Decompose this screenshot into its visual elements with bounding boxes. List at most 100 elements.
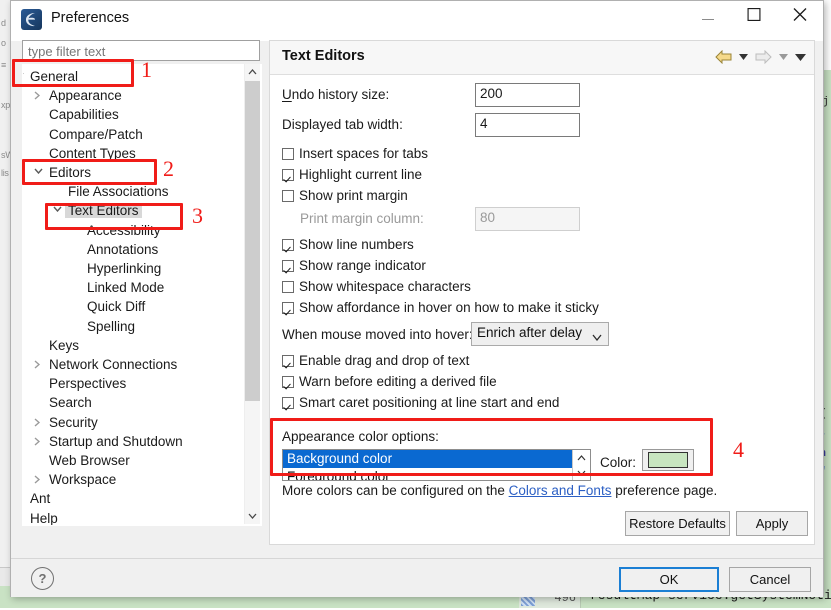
tree-item-workspace[interactable]: Workspace — [34, 470, 119, 489]
ok-button[interactable]: OK — [619, 567, 719, 592]
tree-item-accessibility[interactable]: Accessibility — [84, 221, 164, 240]
hover-mode-value: Enrich after delay — [477, 325, 583, 340]
checkbox-box-icon — [282, 355, 294, 367]
apply-button[interactable]: Apply — [736, 511, 808, 536]
checkbox-insert-spaces-for-tabs[interactable]: Insert spaces for tabs — [282, 146, 428, 161]
undo-history-label: Undo history size: — [282, 87, 390, 102]
tree-item-search[interactable]: Search — [46, 393, 95, 412]
tree-item-spelling[interactable]: Spelling — [84, 317, 138, 336]
close-button[interactable] — [777, 1, 823, 32]
chevron-right-icon[interactable] — [30, 355, 46, 374]
cancel-button[interactable]: Cancel — [729, 567, 811, 592]
tree-item-linked-mode[interactable]: Linked Mode — [84, 278, 167, 297]
tree-item-label: Perspectives — [49, 376, 127, 392]
chevron-right-icon[interactable] — [30, 86, 46, 105]
color-swatch — [648, 452, 688, 468]
forward-dropdown-icon — [779, 54, 788, 60]
tree-item-appearance[interactable]: Appearance — [34, 86, 125, 105]
checkbox-label: Insert spaces for tabs — [299, 146, 429, 161]
help-button[interactable]: ? — [31, 567, 54, 590]
tree-item-label: Help — [30, 510, 58, 526]
tree-item-label: Network Connections — [49, 357, 178, 372]
help-label: ? — [38, 571, 47, 586]
tree-item-ant[interactable]: Ant — [27, 489, 53, 508]
tree-item-network-connections[interactable]: Network Connections — [34, 355, 180, 374]
chevron-down-icon[interactable] — [23, 67, 27, 86]
tree-item-content-types[interactable]: Content Types — [46, 144, 139, 163]
chevron-down-icon[interactable] — [49, 201, 65, 220]
scrollbar-thumb[interactable] — [245, 81, 260, 401]
listbox-spinner[interactable] — [572, 450, 590, 480]
tree-item-text-editors[interactable]: Text Editors — [53, 201, 142, 220]
eclipse-logo-icon — [21, 9, 42, 30]
tree-item-compare-patch[interactable]: Compare/Patch — [46, 125, 146, 144]
tree-item-label: Startup and Shutdown — [49, 433, 183, 449]
filter-input[interactable]: type filter text — [22, 40, 260, 61]
checkbox-show-affordance-in-hover[interactable]: Show affordance in hover on how to make … — [282, 300, 599, 315]
checkbox-box-icon — [282, 169, 294, 181]
tree-item-help[interactable]: Help — [27, 509, 61, 526]
tree-item-keys[interactable]: Keys — [46, 336, 82, 355]
checkbox-show-range-indicator[interactable]: Show range indicator — [282, 258, 426, 273]
checkbox-highlight-current-line[interactable]: Highlight current line — [282, 167, 422, 182]
chevron-right-icon[interactable] — [23, 509, 27, 525]
undo-history-input[interactable]: 200 — [475, 83, 580, 107]
checkbox-warn-before-editing-derived[interactable]: Warn before editing a derived file — [282, 374, 497, 389]
print-margin-column-label-text: Print margin column: — [300, 211, 424, 226]
checkbox-label: Highlight current line — [299, 167, 423, 182]
color-picker-button[interactable] — [642, 449, 694, 471]
appearance-color-options-text: Appearance color options: — [282, 429, 439, 444]
tree-item-hyperlinking[interactable]: Hyperlinking — [84, 259, 164, 278]
tree-item-security[interactable]: Security — [34, 413, 101, 432]
tree-item-editors[interactable]: Editors — [34, 163, 94, 182]
print-margin-column-label: Print margin column: — [300, 211, 424, 226]
tree-item-label: Ant — [30, 491, 51, 507]
scroll-up-icon[interactable] — [245, 64, 260, 80]
tree-item-perspectives[interactable]: Perspectives — [46, 374, 129, 393]
back-arrow-icon[interactable] — [715, 50, 732, 64]
tree-item-label: Appearance — [49, 88, 122, 104]
maximize-button[interactable] — [731, 1, 777, 32]
scroll-down-icon[interactable] — [245, 508, 260, 524]
view-menu-icon[interactable] — [795, 53, 806, 61]
tree-item-general[interactable]: General — [23, 67, 81, 86]
preferences-tree[interactable]: General Appearance Capabilities Compare/Pat… — [22, 64, 262, 526]
listbox-item-selected[interactable]: Background color — [283, 450, 590, 468]
ok-label: OK — [659, 572, 679, 587]
checkbox-label: Enable drag and drop of text — [299, 353, 470, 368]
chevron-right-icon[interactable] — [23, 489, 27, 508]
appearance-color-listbox[interactable]: Background color Foreground color — [282, 449, 591, 481]
listbox-item-next[interactable]: Foreground color — [283, 468, 590, 480]
checkbox-show-line-numbers[interactable]: Show line numbers — [282, 237, 414, 252]
minimize-button[interactable] — [685, 1, 731, 32]
tree-item-annotations[interactable]: Annotations — [84, 240, 161, 259]
chevron-right-icon[interactable] — [30, 413, 46, 432]
chevron-right-icon[interactable] — [30, 432, 46, 451]
tree-item-startup-and-shutdown[interactable]: Startup and Shutdown — [34, 432, 186, 451]
tree-item-web-browser[interactable]: Web Browser — [46, 451, 133, 470]
back-dropdown-icon[interactable] — [739, 54, 748, 60]
listbox-spin-up-icon[interactable] — [573, 450, 590, 465]
tree-item-quick-diff[interactable]: Quick Diff — [84, 297, 148, 316]
hover-mode-select[interactable]: Enrich after delay — [471, 322, 609, 346]
note-suffix: preference page. — [611, 483, 718, 498]
tab-width-input[interactable]: 4 — [475, 113, 580, 137]
tree-item-file-associations[interactable]: File Associations — [65, 182, 172, 201]
tree-item-label: Spelling — [87, 318, 136, 334]
tree-scrollbar[interactable] — [244, 64, 260, 524]
colors-and-fonts-link[interactable]: Colors and Fonts — [509, 483, 612, 498]
chevron-down-icon[interactable] — [30, 163, 46, 182]
checkbox-smart-caret-positioning[interactable]: Smart caret positioning at line start an… — [282, 395, 559, 410]
background-left-label-1: o — [1, 38, 6, 48]
tab-width-value: 4 — [480, 116, 488, 131]
checkbox-show-whitespace-characters[interactable]: Show whitespace characters — [282, 279, 471, 294]
appearance-color-options-label: Appearance color options: — [282, 429, 439, 444]
restore-defaults-button[interactable]: Restore Defaults — [625, 511, 730, 536]
checkbox-enable-drag-and-drop[interactable]: Enable drag and drop of text — [282, 353, 469, 368]
background-left-label-0: d — [1, 18, 6, 28]
tree-item-label: File Associations — [68, 184, 169, 200]
checkbox-show-print-margin[interactable]: Show print margin — [282, 188, 408, 203]
tree-item-capabilities[interactable]: Capabilities — [46, 105, 122, 124]
listbox-spin-down-icon[interactable] — [573, 465, 590, 480]
chevron-right-icon[interactable] — [30, 470, 46, 489]
